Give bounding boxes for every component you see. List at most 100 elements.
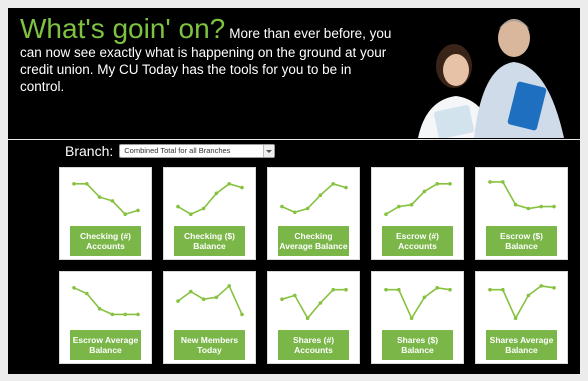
sparkline-point	[136, 208, 140, 213]
sparkline-point	[409, 316, 414, 320]
sparkline-point	[293, 210, 297, 215]
sparkline-point	[240, 312, 244, 317]
staff-photo	[418, 19, 564, 138]
sparkline-point	[513, 316, 518, 320]
tile-label[interactable]: Escrow Average Balance	[70, 330, 141, 360]
sparkline-point	[539, 284, 543, 288]
sparkline-point	[176, 299, 180, 303]
sparkline-point	[501, 287, 505, 292]
intro-text: What's goin' on? More than ever before, y…	[20, 14, 392, 95]
sparkline-point	[384, 212, 388, 216]
sparkline-point	[552, 286, 556, 290]
sparkline-point	[214, 191, 219, 196]
sparkline-point	[331, 182, 335, 186]
sparkline-point	[189, 289, 193, 294]
tile-label[interactable]: Checking Average Balance	[278, 226, 349, 256]
sparkline-point	[526, 206, 531, 211]
sparkline-point	[488, 180, 492, 184]
sparkline-point	[513, 202, 518, 207]
tile-label[interactable]: Shares (#) Accounts	[278, 330, 349, 360]
tile-shares-average-balance[interactable]: Shares Average Balance	[475, 271, 568, 364]
headline: What's goin' on?	[20, 13, 226, 44]
sparkline-point	[409, 202, 414, 207]
tile-checking-balance[interactable]: Checking ($) Balance	[163, 167, 256, 260]
sparkline-point	[344, 287, 348, 292]
sparkline-line	[177, 182, 243, 216]
tile-checking-average-balance[interactable]: Checking Average Balance	[267, 167, 360, 260]
sparkline-point	[435, 182, 439, 186]
sparkline-line	[73, 287, 138, 316]
sparkline-point	[397, 204, 401, 209]
sparkline-point	[422, 295, 427, 300]
tile-label[interactable]: Shares Average Balance	[486, 330, 557, 360]
sparkline-point	[318, 301, 323, 305]
sparkline-point	[501, 180, 505, 184]
sparkline-point	[448, 287, 452, 292]
branch-dropdown-value: Combined Total for all Branches	[124, 146, 231, 155]
sparkline-point	[539, 204, 543, 209]
sparkline-point	[397, 287, 401, 292]
sparkline-point	[318, 193, 323, 197]
sparkline-point	[305, 206, 310, 211]
sparkline-point	[280, 204, 284, 209]
section-divider	[8, 139, 580, 140]
sparkline-chart	[488, 180, 556, 211]
sparkline-line	[386, 286, 451, 320]
sparkline-point	[85, 291, 89, 296]
tile-label[interactable]: Shares ($) Balance	[382, 330, 453, 360]
sparkline-line	[177, 284, 243, 315]
sparkline-line	[281, 288, 346, 320]
branch-label: Branch:	[65, 143, 114, 159]
sparkline-point	[280, 297, 284, 301]
sparkline-point	[136, 312, 140, 317]
sparkline-line	[74, 183, 139, 216]
sparkline-point	[110, 199, 115, 203]
sparkline-chart	[72, 182, 140, 216]
sparkline-point	[214, 295, 219, 300]
tile-checking-accounts[interactable]: Checking (#) Accounts	[59, 167, 152, 260]
chevron-down-icon[interactable]	[263, 145, 275, 157]
sparkline-line	[490, 285, 555, 320]
sparkline-point	[552, 204, 556, 209]
sparkline-point	[201, 206, 206, 211]
sparkline-point	[123, 312, 127, 317]
metric-tile-grid: Checking (#) Accounts Checking ($) Balan…	[59, 167, 568, 364]
sparkline-point	[227, 284, 231, 288]
sparkline-point	[293, 293, 297, 298]
sparkline-point	[488, 287, 492, 292]
tile-new-members-today[interactable]: New Members Today	[163, 271, 256, 364]
tile-escrow-balance[interactable]: Escrow ($) Balance	[475, 167, 568, 260]
sparkline-line	[281, 182, 347, 214]
sparkline-chart	[384, 286, 452, 320]
tile-label[interactable]: Checking (#) Accounts	[70, 226, 141, 256]
sparkline-point	[331, 287, 335, 292]
sparkline-point	[189, 212, 193, 216]
tile-shares-accounts[interactable]: Shares (#) Accounts	[267, 271, 360, 364]
sparkline-point	[97, 306, 102, 311]
sparkline-chart	[176, 182, 244, 216]
tile-label[interactable]: Escrow ($) Balance	[486, 226, 557, 256]
sparkline-chart	[384, 182, 452, 216]
tile-label[interactable]: Escrow (#) Accounts	[382, 226, 453, 256]
sparkline-point	[435, 286, 439, 290]
tile-escrow-accounts[interactable]: Escrow (#) Accounts	[371, 167, 464, 260]
tile-shares-balance[interactable]: Shares ($) Balance	[371, 271, 464, 364]
tile-label[interactable]: New Members Today	[174, 330, 245, 360]
tile-label[interactable]: Checking ($) Balance	[174, 226, 245, 256]
sparkline-point	[201, 297, 206, 301]
branch-dropdown[interactable]: Combined Total for all Branches	[119, 144, 276, 158]
sparkline-point	[123, 212, 127, 216]
sparkline-line	[385, 183, 450, 215]
sparkline-point	[344, 185, 348, 190]
branch-selector: Branch: Combined Total for all Branches	[65, 142, 276, 160]
dashboard-panel: What's goin' on? More than ever before, y…	[8, 8, 580, 374]
sparkline-point	[97, 195, 102, 199]
sparkline-chart	[280, 182, 348, 215]
sparkline-point	[72, 182, 76, 186]
sparkline-chart	[488, 284, 556, 320]
sparkline-point	[110, 312, 115, 317]
sparkline-point	[176, 204, 180, 209]
sparkline-chart	[176, 284, 244, 317]
tile-escrow-average-balance[interactable]: Escrow Average Balance	[59, 271, 152, 364]
sparkline-point	[305, 316, 310, 320]
